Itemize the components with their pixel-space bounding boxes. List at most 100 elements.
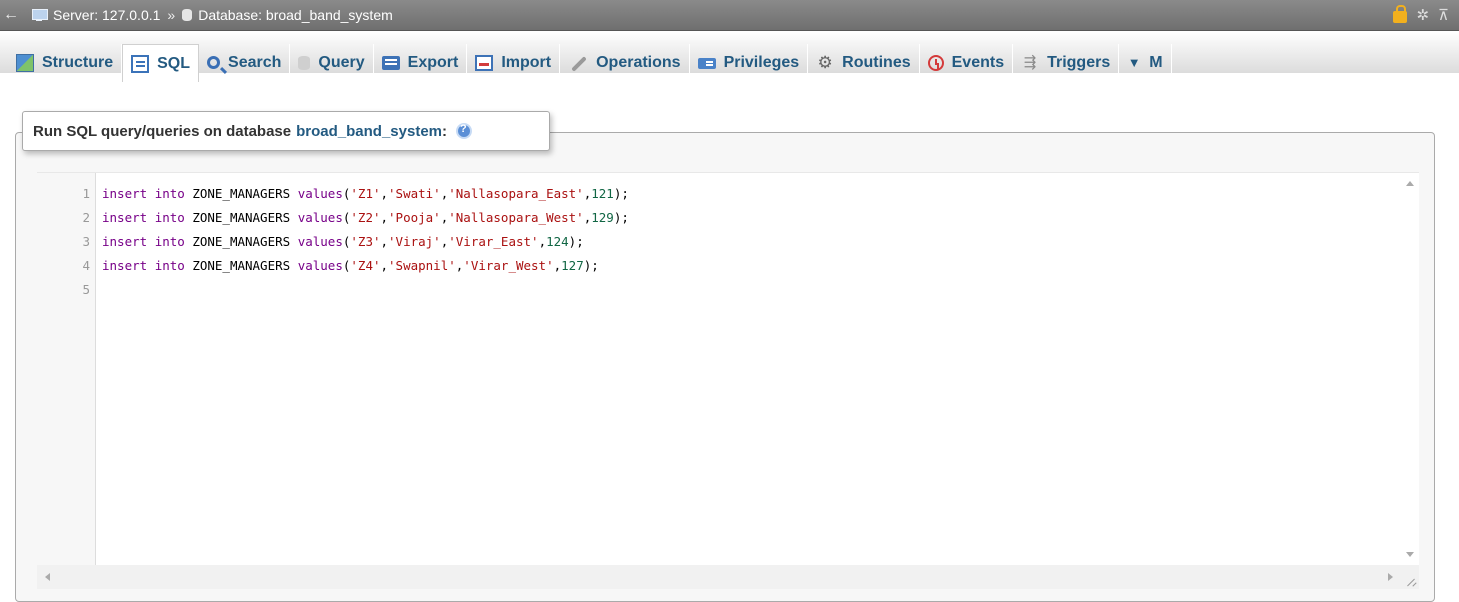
horizontal-scrollbar[interactable] <box>37 565 1401 589</box>
table-name: ZONE_MANAGERS <box>192 258 291 273</box>
string-literal: 'Z1' <box>350 186 381 201</box>
sql-editor[interactable]: 1 insert into ZONE_MANAGERS values('Z1',… <box>37 172 1419 589</box>
tab-label: Query <box>318 53 365 71</box>
code-line[interactable]: 4 insert into ZONE_MANAGERS values('Z4',… <box>37 254 1337 278</box>
query-icon <box>298 55 311 70</box>
sql-icon <box>131 54 150 73</box>
scroll-up-arrow-icon[interactable] <box>1406 181 1414 186</box>
sql-keyword: into <box>154 258 185 273</box>
table-name: ZONE_MANAGERS <box>192 234 291 249</box>
tab-sql[interactable]: SQL <box>122 44 200 82</box>
line-number: 2 <box>82 210 90 225</box>
code-text[interactable]: insert into ZONE_MANAGERS values('Z1','S… <box>94 182 629 206</box>
import-icon <box>475 54 494 71</box>
help-icon[interactable] <box>456 123 473 139</box>
code-text[interactable] <box>94 278 102 302</box>
more-dropdown-icon: ▼ <box>1127 54 1141 70</box>
routines-icon: ⚙ <box>817 52 833 72</box>
tab-structure[interactable]: Structure <box>8 44 123 81</box>
wrench-icon <box>568 54 588 72</box>
string-literal: 'Z2' <box>350 210 381 225</box>
sql-keyword: values <box>297 234 343 249</box>
tab-label: Structure <box>42 53 114 71</box>
sql-keyword: values <box>297 186 343 201</box>
arrow-left-icon[interactable]: ← <box>0 6 22 24</box>
string-literal: 'Nallasopara_West' <box>448 210 584 225</box>
tab-label: Events <box>951 53 1005 71</box>
tab-more[interactable]: ▼ M <box>1119 44 1172 81</box>
sql-keyword: values <box>297 210 343 225</box>
clock-icon <box>927 54 944 71</box>
tab-label: Privileges <box>723 53 800 71</box>
topbar-controls: ✲ ⊼ <box>1393 5 1459 24</box>
vertical-scrollbar[interactable] <box>1401 173 1419 565</box>
lock-icon[interactable] <box>1393 5 1408 23</box>
scroll-left-arrow-icon[interactable] <box>45 573 50 581</box>
gear-icon[interactable]: ✲ <box>1416 6 1429 24</box>
tab-operations[interactable]: Operations <box>560 44 690 81</box>
server-label[interactable]: Server: 127.0.0.1 <box>53 7 160 23</box>
code-line[interactable]: 2 insert into ZONE_MANAGERS values('Z2',… <box>37 206 1337 230</box>
tab-events[interactable]: Events <box>920 44 1014 81</box>
code-line[interactable]: 1 insert into ZONE_MANAGERS values('Z1',… <box>37 182 1337 206</box>
sql-keyword: insert <box>102 258 148 273</box>
string-literal: 'Swati' <box>388 186 441 201</box>
scroll-right-arrow-icon[interactable] <box>1388 573 1393 581</box>
code-line[interactable]: 5 <box>37 278 1337 302</box>
sql-keyword: into <box>154 234 185 249</box>
number-literal: 121 <box>591 186 614 201</box>
legend-database-name: broad_band_system <box>296 122 443 140</box>
tab-label: Routines <box>842 53 911 71</box>
string-literal: 'Z4' <box>350 258 381 273</box>
number-literal: 127 <box>561 258 584 273</box>
search-icon <box>207 56 221 69</box>
database-label[interactable]: Database: broad_band_system <box>198 7 393 23</box>
string-literal: 'Virar_West' <box>463 258 554 273</box>
code-text[interactable]: insert into ZONE_MANAGERS values('Z4','S… <box>94 254 599 278</box>
scroll-down-arrow-icon[interactable] <box>1406 552 1414 557</box>
breadcrumb-separator: » <box>167 7 176 23</box>
tab-privileges[interactable]: Privileges <box>690 44 809 81</box>
sql-keyword: insert <box>102 210 148 225</box>
string-literal: 'Swapnil' <box>388 258 456 273</box>
line-number: 3 <box>82 234 90 249</box>
string-literal: 'Z3' <box>350 234 381 249</box>
tab-label: Export <box>407 53 459 71</box>
tabs: Structure SQL Search Query Export Import… <box>8 44 1172 82</box>
string-literal: 'Viraj' <box>388 234 441 249</box>
tab-triggers[interactable]: ⇶ Triggers <box>1013 44 1120 81</box>
tab-query[interactable]: Query <box>290 44 374 81</box>
legend-colon: : <box>442 122 448 140</box>
tab-label: Operations <box>596 53 681 71</box>
table-name: ZONE_MANAGERS <box>192 210 291 225</box>
tab-bar: Structure SQL Search Query Export Import… <box>0 31 1459 93</box>
line-number: 4 <box>82 258 90 273</box>
resize-handle-icon[interactable] <box>1401 565 1419 589</box>
sql-query-legend: Run SQL query/queries on database broad_… <box>22 111 550 151</box>
tab-routines[interactable]: ⚙ Routines <box>808 44 920 81</box>
code-text[interactable]: insert into ZONE_MANAGERS values('Z2','P… <box>94 206 629 230</box>
tab-export[interactable]: Export <box>374 44 468 81</box>
string-literal: 'Virar_East' <box>448 234 539 249</box>
structure-icon <box>16 53 34 72</box>
database-icon <box>182 9 193 21</box>
line-number: 1 <box>82 186 90 201</box>
sql-keyword: insert <box>102 234 148 249</box>
number-literal: 129 <box>591 210 614 225</box>
code-text[interactable]: insert into ZONE_MANAGERS values('Z3','V… <box>94 230 584 254</box>
breadcrumb-database[interactable]: Database: broad_band_system <box>182 7 393 23</box>
tab-label: Search <box>228 53 282 71</box>
privileges-icon <box>697 58 716 69</box>
number-literal: 124 <box>546 234 569 249</box>
tab-import[interactable]: Import <box>467 44 561 81</box>
code-lines[interactable]: 1 insert into ZONE_MANAGERS values('Z1',… <box>37 182 1337 302</box>
sql-keyword: values <box>297 258 343 273</box>
sql-keyword: into <box>154 186 185 201</box>
collapse-icon[interactable]: ⊼ <box>1438 6 1449 24</box>
code-line[interactable]: 3 insert into ZONE_MANAGERS values('Z3',… <box>37 230 1337 254</box>
breadcrumb-server[interactable]: Server: 127.0.0.1 <box>22 7 160 23</box>
string-literal: 'Pooja' <box>388 210 441 225</box>
export-icon <box>381 55 400 70</box>
triggers-icon: ⇶ <box>1023 53 1037 71</box>
tab-search[interactable]: Search <box>199 44 291 81</box>
